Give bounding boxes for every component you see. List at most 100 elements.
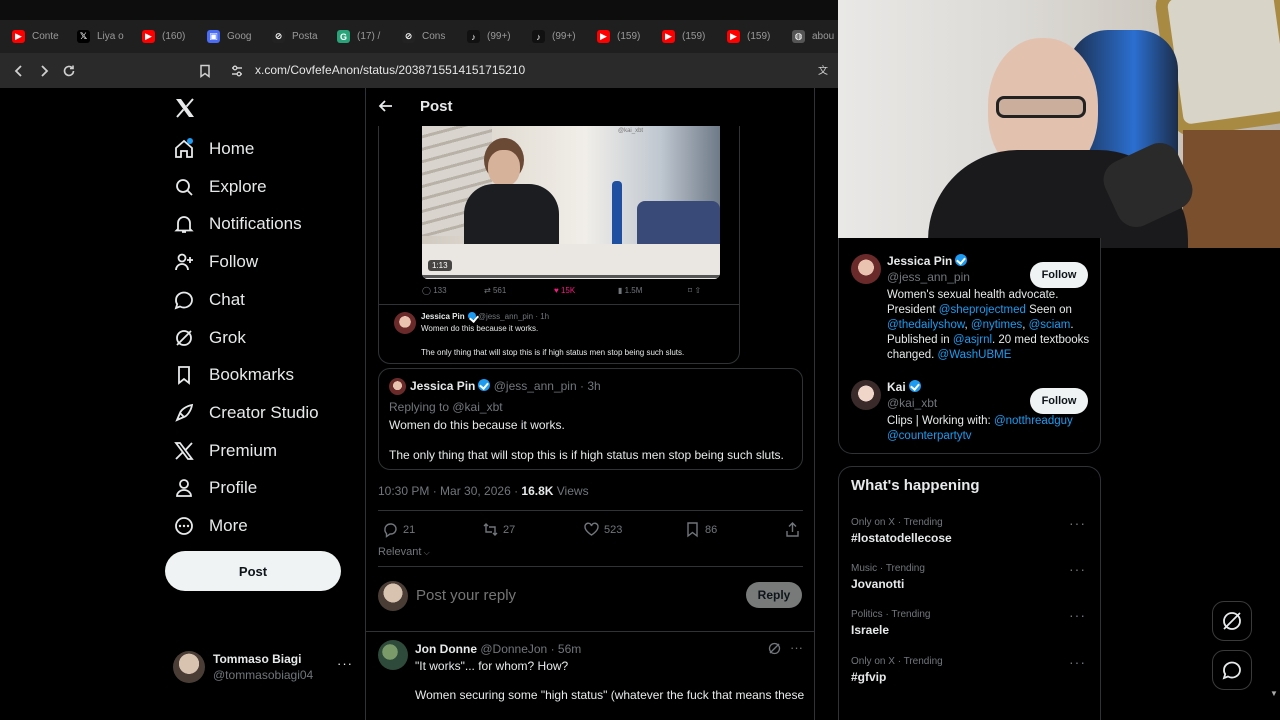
avatar xyxy=(851,254,881,284)
quoted-post-card[interactable]: Jessica Pin @jess_ann_pin · 3h Replying … xyxy=(378,368,803,470)
nav-item-home[interactable]: Home xyxy=(173,134,254,164)
translate-button[interactable]: 文 xyxy=(812,58,837,83)
nav-item-chat[interactable]: Chat xyxy=(173,285,245,315)
scroll-down-icon[interactable]: ▼ xyxy=(1270,689,1278,698)
tab-label: Cons xyxy=(422,31,446,42)
reply-input[interactable] xyxy=(416,584,686,606)
trend-item[interactable]: Music · Trending Jovanotti xyxy=(851,563,1091,591)
reply-action[interactable]: 21 xyxy=(382,521,415,538)
video-thumbnail[interactable]: @kai_xbt 1:13 xyxy=(422,126,720,279)
reload-button[interactable] xyxy=(56,58,81,83)
tune-icon xyxy=(231,65,242,76)
bookmark-icon xyxy=(687,522,698,538)
browser-tab[interactable]: ♪ (99+) xyxy=(461,20,526,53)
bookmarks-icon xyxy=(178,366,190,385)
quoted-avatar xyxy=(389,378,406,395)
avatar xyxy=(173,651,205,683)
browser-tab[interactable]: 𝕏 Liya o xyxy=(71,20,136,53)
grok-fab[interactable] xyxy=(1212,601,1252,641)
nav-item-premium[interactable]: Premium xyxy=(173,436,277,466)
browser-tab[interactable]: ⊘ Cons xyxy=(396,20,461,53)
post-button[interactable]: Post xyxy=(165,551,341,591)
site-info-button[interactable] xyxy=(224,58,249,83)
webcam-overlay xyxy=(838,0,1280,248)
back-arrow-button[interactable] xyxy=(378,98,394,119)
follow-suggestion[interactable]: Jessica Pin @jess_ann_pin Follow Women's se… xyxy=(839,254,1102,364)
browser-tab[interactable]: ▶ (159) xyxy=(721,20,786,53)
nav-item-follow[interactable]: Follow xyxy=(173,247,258,277)
bookmark-action[interactable]: 86 xyxy=(684,521,717,538)
forward-button[interactable] xyxy=(31,58,56,83)
embed-bookmark-icon: ⌑ ⇧ xyxy=(688,286,702,295)
window-top-strip xyxy=(0,0,838,20)
bookmark-page-button[interactable] xyxy=(192,58,217,83)
embed-likes: ♥ 15K xyxy=(554,286,576,295)
suggestion-handle: @kai_xbt xyxy=(887,396,938,410)
quoted-author: Jessica Pin @jess_ann_pin · 3h xyxy=(410,379,601,393)
follow-button[interactable]: Follow xyxy=(1030,388,1088,414)
nav-item-profile[interactable]: Profile xyxy=(173,473,257,503)
browser-tab[interactable]: G (17) / xyxy=(331,20,396,53)
account-switcher[interactable]: Tommaso Biagi @tommasobiagi04 ··· xyxy=(173,650,363,684)
whats-happening-card: What's happening Only on X · Trending #lo… xyxy=(838,466,1101,720)
explore-icon xyxy=(176,179,193,196)
premium-icon xyxy=(174,442,194,460)
account-handle: @tommasobiagi04 xyxy=(213,668,314,682)
messages-fab[interactable] xyxy=(1212,650,1252,690)
trend-category: Politics · Trending xyxy=(851,609,931,620)
browser-tab[interactable]: ▣ Goog xyxy=(201,20,266,53)
follow-button[interactable]: Follow xyxy=(1030,262,1088,288)
repost-action[interactable]: 27 xyxy=(482,521,515,538)
reply-time: 56m xyxy=(557,642,582,656)
grok-explain-button[interactable] xyxy=(768,642,781,660)
browser-tab[interactable]: ▶ (159) xyxy=(591,20,656,53)
suggestion-name: Jessica Pin xyxy=(887,254,968,268)
tab-favicon-icon: ▶ xyxy=(662,30,675,43)
embedded-post-image[interactable]: @kai_xbt 1:13 ◯ 133 ⇄ 561 ♥ 15K ▮ 1.5M ⌑… xyxy=(378,126,740,364)
chat-icon xyxy=(1222,661,1241,680)
trend-item[interactable]: Politics · Trending Israele xyxy=(851,609,1091,637)
browser-tab[interactable]: ♪ (99+) xyxy=(526,20,591,53)
tab-favicon-icon: ⊘ xyxy=(402,30,415,43)
browser-tab[interactable]: ▶ Conte xyxy=(6,20,71,53)
nav-label: Profile xyxy=(209,478,258,497)
nav-item-explore[interactable]: Explore xyxy=(173,172,267,202)
x-logo[interactable] xyxy=(174,97,196,124)
address-bar[interactable]: x.com/CovfefeAnon/status/203871551415171… xyxy=(255,63,525,77)
trend-item[interactable]: Only on X · Trending #lostatodellecose xyxy=(851,517,1091,545)
person-face xyxy=(488,150,520,186)
browser-tab[interactable]: ▶ (159) xyxy=(656,20,721,53)
reply-more-icon[interactable]: ··· xyxy=(790,640,803,655)
trend-more-icon[interactable]: ··· xyxy=(1069,561,1086,577)
nav-label: Premium xyxy=(209,441,278,460)
share-action[interactable] xyxy=(784,521,801,543)
trend-name: Jovanotti xyxy=(851,577,905,591)
nav-item-more[interactable]: More xyxy=(173,511,248,541)
chevron-left-icon xyxy=(14,64,22,77)
browser-tab[interactable]: ⊘ Posta xyxy=(266,20,331,53)
trend-more-icon[interactable]: ··· xyxy=(1069,654,1086,670)
nav-label: Bookmarks xyxy=(209,365,295,384)
back-button[interactable] xyxy=(6,58,31,83)
nav-item-bookmarks[interactable]: Bookmarks xyxy=(173,360,294,390)
browser-tab[interactable]: ▶ (160) xyxy=(136,20,201,53)
reply-handle: @DonneJon xyxy=(480,642,548,656)
reply-button[interactable]: Reply xyxy=(746,582,802,608)
like-action[interactable]: 523 xyxy=(583,521,622,538)
sort-dropdown[interactable]: Relevant ⌵ xyxy=(378,546,430,558)
nav-label: Grok xyxy=(209,328,246,347)
nav-item-grok[interactable]: Grok xyxy=(173,323,246,353)
trend-more-icon[interactable]: ··· xyxy=(1069,515,1086,531)
nav-label: Home xyxy=(209,139,255,158)
trend-item[interactable]: Only on X · Trending #gfvip xyxy=(851,656,1091,684)
trend-name: #gfvip xyxy=(851,670,887,684)
chevron-down-icon: ⌵ xyxy=(421,548,430,557)
nav-item-notifications[interactable]: Notifications xyxy=(173,209,302,239)
embed-author: Jessica Pin @jess_ann_pin · 1h xyxy=(421,312,550,321)
chat-icon xyxy=(174,291,193,310)
nav-item-creator-studio[interactable]: Creator Studio xyxy=(173,398,319,428)
trend-more-icon[interactable]: ··· xyxy=(1069,607,1086,623)
browser-tab[interactable]: ◍ abou xyxy=(786,20,838,53)
video-watermark: @kai_xbt xyxy=(618,128,644,134)
quoted-name: Jessica Pin xyxy=(410,379,476,393)
